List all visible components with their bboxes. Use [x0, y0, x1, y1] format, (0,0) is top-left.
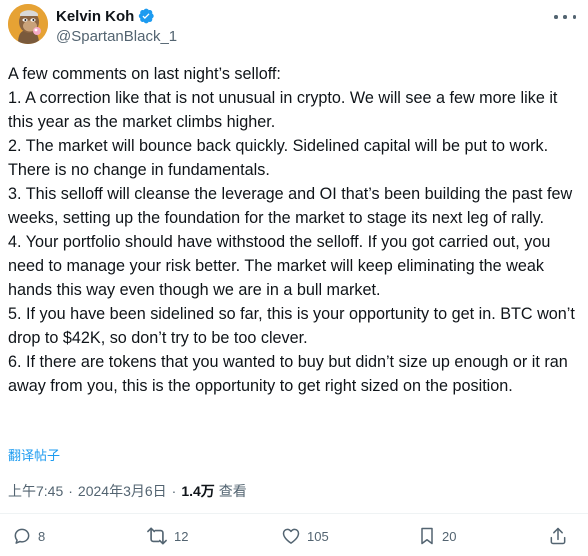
translate-post-link[interactable]: 翻译帖子 [8, 445, 60, 464]
like-button[interactable]: 105 [281, 526, 329, 546]
tweet-time[interactable]: 上午7:45 [8, 481, 63, 501]
tweet-date[interactable]: 2024年3月6日 [78, 481, 167, 501]
more-options-icon[interactable] [554, 8, 576, 26]
bookmark-icon [421, 527, 433, 545]
verified-badge-icon[interactable] [137, 7, 155, 25]
like-count: 105 [307, 528, 329, 544]
views-label: 查看 [218, 483, 247, 499]
bookmark-button[interactable]: 20 [418, 526, 456, 546]
reply-icon [14, 528, 30, 544]
share-button[interactable] [548, 526, 568, 546]
meta-separator: · [171, 483, 177, 499]
bookmark-count: 20 [442, 528, 457, 544]
tweet-header: Kelvin Koh @SpartanBlack_1 [8, 4, 580, 48]
author-block: Kelvin Koh @SpartanBlack_1 [56, 6, 177, 46]
reply-count: 8 [38, 528, 46, 544]
tweet-text: A few comments on last night’s selloff: … [8, 65, 575, 395]
repost-button[interactable]: 12 [146, 526, 188, 546]
more-dot [572, 15, 576, 19]
meta-separator: · [68, 483, 73, 499]
more-dot [554, 15, 558, 19]
author-handle[interactable]: @SpartanBlack_1 [56, 28, 177, 45]
repost-icon [147, 527, 167, 545]
reply-button[interactable]: 8 [12, 526, 45, 546]
author-name-row: Kelvin Koh [56, 6, 177, 26]
avatar[interactable] [8, 4, 48, 44]
share-icon [550, 527, 566, 545]
author-display-name[interactable]: Kelvin Koh [56, 8, 134, 25]
heart-icon [282, 528, 300, 544]
action-bar: 8 12 105 20 [0, 526, 588, 556]
tweet-meta: 上午7:45 · 2024年3月6日 · 1.4万 查看 [8, 481, 247, 501]
views-count[interactable]: 1.4万 [181, 481, 214, 501]
ape-avatar-icon [8, 4, 48, 44]
more-dot [563, 15, 567, 19]
repost-count: 12 [174, 528, 189, 544]
divider [0, 513, 588, 514]
